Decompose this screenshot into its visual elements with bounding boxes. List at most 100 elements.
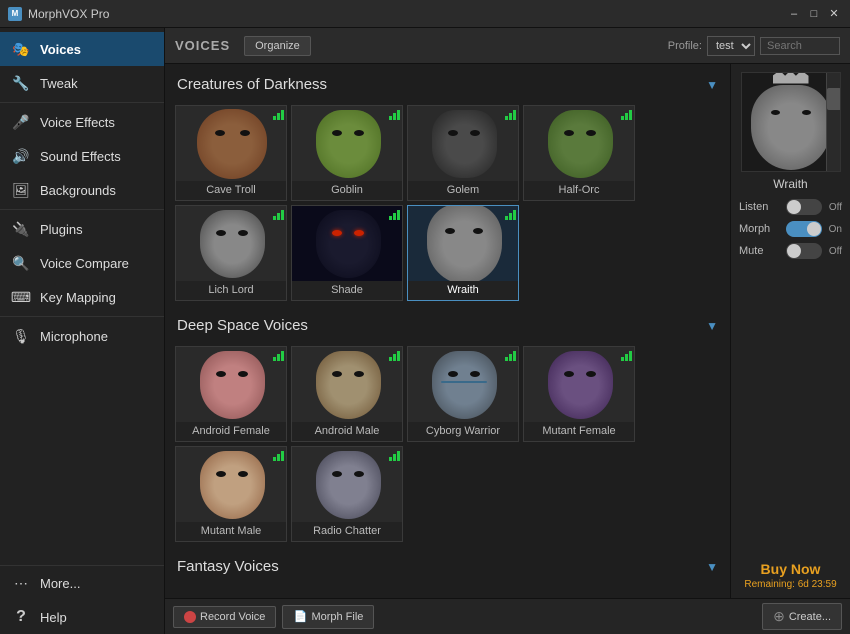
listen-toggle[interactable] (786, 199, 822, 215)
record-voice-button[interactable]: Record Voice (173, 606, 276, 628)
face-mutant-male (200, 451, 265, 519)
voice-card-golem[interactable]: Golem (407, 105, 519, 201)
voice-card-label-golem: Golem (408, 181, 518, 200)
signal-bars (273, 351, 284, 361)
organize-button[interactable]: Organize (244, 36, 311, 56)
voice-card-wraith[interactable]: Wraith (407, 205, 519, 301)
minimize-button[interactable]: – (786, 6, 802, 22)
help-icon: ? (10, 606, 32, 628)
voice-effects-icon: 🎤 (10, 111, 32, 133)
voice-card-radio-chatter[interactable]: Radio Chatter (291, 446, 403, 542)
voice-card-label-mutant-female: Mutant Female (524, 422, 634, 441)
app-body: 🎭 Voices 🔧 Tweak 🎤 Voice Effects 🔊 Sound… (0, 28, 850, 634)
microphone-icon: 🎙 (10, 325, 32, 347)
voices-icon: 🎭 (10, 38, 32, 60)
bar3 (397, 110, 400, 120)
voice-card-label-goblin: Goblin (292, 181, 402, 200)
bar2 (509, 354, 512, 361)
voice-card-shade[interactable]: Shade (291, 205, 403, 301)
eye-right (354, 371, 364, 377)
bar3 (629, 110, 632, 120)
voice-card-img-cave-troll (176, 106, 287, 181)
bar2 (393, 113, 396, 120)
voice-card-mutant-female[interactable]: Mutant Female (523, 346, 635, 442)
sidebar-label-help: Help (40, 610, 67, 625)
eye-right (470, 371, 480, 377)
sidebar-item-plugins[interactable]: 🔌 Plugins (0, 212, 164, 246)
voice-card-cyborg-warrior[interactable]: Cyborg Warrior (407, 346, 519, 442)
eye-right (240, 130, 250, 136)
voice-card-android-female[interactable]: Android Female (175, 346, 287, 442)
bar1 (505, 357, 508, 361)
category-arrow-deep-space[interactable]: ▼ (706, 319, 718, 333)
voice-card-lich-lord[interactable]: Lich Lord (175, 205, 287, 301)
voice-card-img-mutant-male (176, 447, 287, 522)
category-arrow-creatures[interactable]: ▼ (706, 78, 718, 92)
sidebar-divider-3 (0, 316, 164, 317)
bar3 (629, 351, 632, 361)
sidebar-item-voices[interactable]: 🎭 Voices (0, 32, 164, 66)
bottom-bar: Record Voice 📄 Morph File ⊕ Create... (165, 598, 850, 634)
voice-card-mutant-male[interactable]: Mutant Male (175, 446, 287, 542)
sidebar-item-help[interactable]: ? Help (0, 600, 164, 634)
eye-right (473, 228, 483, 234)
eye-left (216, 371, 226, 377)
sidebar-item-voice-effects[interactable]: 🎤 Voice Effects (0, 105, 164, 139)
main-area: VOICES Organize Profile: test Creatures … (165, 28, 850, 634)
voice-card-label-shade: Shade (292, 281, 402, 300)
sidebar-item-tweak[interactable]: 🔧 Tweak (0, 66, 164, 100)
voice-card-android-male[interactable]: Android Male (291, 346, 403, 442)
sidebar-item-sound-effects[interactable]: 🔊 Sound Effects (0, 139, 164, 173)
voice-card-img-shade (292, 206, 403, 281)
morph-file-button[interactable]: 📄 Morph File (282, 605, 374, 629)
buy-now-button[interactable]: Buy Now (744, 561, 836, 577)
sidebar-label-backgrounds: Backgrounds (40, 183, 116, 198)
signal-bars (273, 451, 284, 461)
voice-card-label-android-male: Android Male (292, 422, 402, 441)
app-icon: M (8, 7, 22, 21)
bar1 (273, 116, 276, 120)
toolbar-section-title: VOICES (175, 38, 230, 53)
bar3 (397, 210, 400, 220)
bar2 (625, 354, 628, 361)
sidebar-label-tweak: Tweak (40, 76, 78, 91)
search-input[interactable] (760, 37, 840, 55)
plugins-icon: 🔌 (10, 218, 32, 240)
morph-toggle[interactable] (786, 221, 822, 237)
listen-toggle-row: Listen Off (739, 199, 842, 215)
maximize-button[interactable]: □ (806, 6, 822, 22)
bar1 (389, 457, 392, 461)
eye-left (448, 371, 458, 377)
voice-card-label-cyborg-warrior: Cyborg Warrior (408, 422, 518, 441)
bar2 (277, 354, 280, 361)
category-title-deep-space: Deep Space Voices (177, 317, 308, 334)
sidebar-item-backgrounds[interactable]: 🖼 Backgrounds (0, 173, 164, 207)
tweak-icon: 🔧 (10, 72, 32, 94)
mute-toggle-row: Mute Off (739, 243, 842, 259)
bar1 (389, 216, 392, 220)
bar2 (393, 213, 396, 220)
voice-card-goblin[interactable]: Goblin (291, 105, 403, 201)
close-button[interactable]: ✕ (826, 6, 842, 22)
buy-now-section: Buy Now Remaining: 6d 23:59 (744, 561, 836, 590)
sidebar-item-microphone[interactable]: 🎙 Microphone (0, 319, 164, 353)
eye-right (354, 230, 364, 236)
voice-card-cave-troll[interactable]: Cave Troll (175, 105, 287, 201)
profile-select[interactable]: test (707, 36, 755, 56)
sidebar-divider-1 (0, 102, 164, 103)
sidebar-item-key-mapping[interactable]: ⌨ Key Mapping (0, 280, 164, 314)
mute-label: Mute (739, 245, 763, 257)
sidebar-item-voice-compare[interactable]: 🔍 Voice Compare (0, 246, 164, 280)
sidebar-label-voices: Voices (40, 42, 81, 57)
voice-card-img-mutant-female (524, 347, 635, 422)
signal-bars (273, 110, 284, 120)
voices-scroll[interactable]: Creatures of Darkness ▼ (165, 64, 730, 598)
sidebar: 🎭 Voices 🔧 Tweak 🎤 Voice Effects 🔊 Sound… (0, 28, 165, 634)
bar3 (513, 210, 516, 220)
category-arrow-fantasy[interactable]: ▼ (706, 560, 718, 574)
create-button[interactable]: ⊕ Create... (762, 603, 842, 630)
sidebar-item-more[interactable]: ⋯ More... (0, 566, 164, 600)
profile-area: Profile: test (668, 36, 840, 56)
mute-toggle[interactable] (786, 243, 822, 259)
voice-card-half-orc[interactable]: Half-Orc (523, 105, 635, 201)
